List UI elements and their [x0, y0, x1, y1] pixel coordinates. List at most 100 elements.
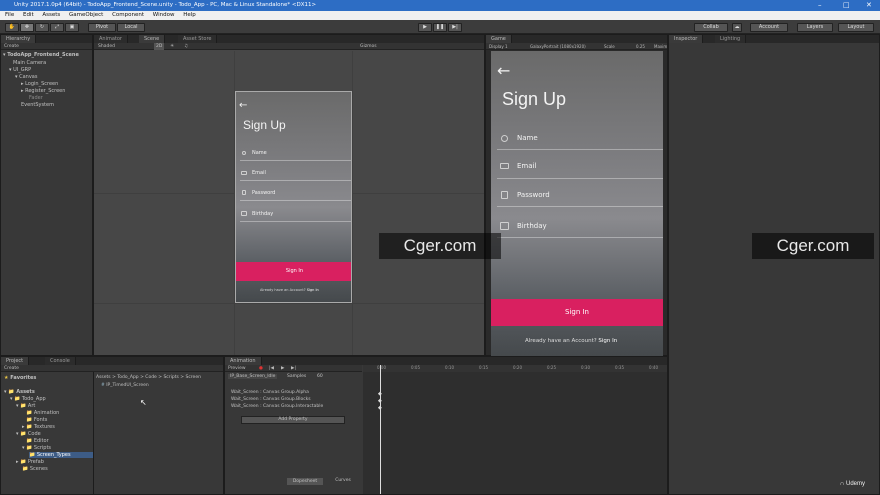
sign-in-button[interactable]: Sign In — [491, 299, 663, 326]
layers-button[interactable]: Layers — [797, 23, 833, 32]
menu-component[interactable]: Component — [112, 12, 144, 18]
tab-project[interactable]: Project — [1, 357, 30, 365]
playhead[interactable] — [380, 365, 381, 494]
tab-asset-store[interactable]: Asset Store — [178, 35, 218, 43]
hierarchy-item-register-screen[interactable]: ▸ Register_Screen — [21, 88, 65, 94]
field-name[interactable]: Name — [517, 134, 538, 142]
tab-console[interactable]: Console — [45, 357, 76, 365]
screen-title: Sign Up — [502, 89, 567, 109]
folder-animation[interactable]: 📁 Animation — [26, 410, 59, 416]
mode-2d-toggle[interactable]: 2D — [154, 43, 165, 50]
step-icon[interactable]: ▶| — [448, 23, 462, 32]
folder-fonts[interactable]: 📁 Fonts — [26, 417, 47, 423]
tab-hierarchy[interactable]: Hierarchy — [1, 35, 37, 43]
menu-help[interactable]: Help — [183, 12, 196, 18]
tab-lighting[interactable]: Lighting — [715, 35, 747, 43]
play-icon[interactable]: ▶ — [418, 23, 432, 32]
folder-art[interactable]: ▾ 📁 Art — [16, 403, 35, 409]
rotate-tool-icon[interactable]: ↻ — [35, 23, 49, 32]
move-tool-icon[interactable]: ✥ — [20, 23, 34, 32]
folder-code[interactable]: ▾ 📁 Code — [16, 431, 41, 437]
menu-assets[interactable]: Assets — [42, 12, 60, 18]
pivot-button[interactable]: Pivot — [88, 23, 116, 32]
favorites-item[interactable]: ★ Favorites — [4, 375, 36, 381]
footer-sign-in-link[interactable]: Sign In — [598, 338, 617, 344]
local-button[interactable]: Local — [117, 23, 145, 32]
gizmos-dropdown[interactable]: Gizmos — [360, 43, 377, 50]
dopesheet-timeline[interactable]: 0:00 0:05 0:10 0:15 0:20 0:25 0:30 0:35 … — [363, 365, 667, 494]
anim-property-interactable[interactable]: Wait_Screen : Canvas Group.Interactable — [231, 404, 323, 409]
tab-animation[interactable]: Animation — [225, 357, 262, 365]
add-property-button[interactable]: Add Property — [241, 416, 345, 424]
hierarchy-item-eventsystem[interactable]: EventSystem — [21, 102, 54, 108]
folder-assets[interactable]: ▾ 📁 Assets — [4, 389, 35, 395]
scale-value[interactable]: 0.25 — [636, 43, 645, 50]
folder-textures[interactable]: ▸ 📁 Textures — [22, 424, 55, 430]
play-anim-icon[interactable]: ▶ — [281, 365, 284, 372]
hierarchy-item-canvas[interactable]: ▾ Canvas — [15, 74, 37, 80]
tab-animator[interactable]: Animator — [94, 35, 128, 43]
hierarchy-item-ui-grp[interactable]: ▾ UI_GRP — [9, 67, 31, 73]
account-button[interactable]: Account — [750, 23, 788, 32]
folder-todo-app[interactable]: ▾ 📁 Todo_App — [10, 396, 46, 402]
samples-value[interactable]: 60 — [317, 374, 323, 379]
tab-scene[interactable]: Scene — [139, 35, 166, 43]
samples-label: Samples — [287, 374, 307, 379]
folder-editor[interactable]: 📁 Editor — [26, 438, 49, 444]
close-icon[interactable]: ✕ — [866, 0, 872, 11]
anim-property-blocks[interactable]: Wait_Screen : Canvas Group.Blocks — [231, 397, 311, 402]
layout-button[interactable]: Layout — [838, 23, 874, 32]
record-icon[interactable]: ● — [259, 365, 263, 372]
script-file-item[interactable]: # IP_TimedUI_Screen — [101, 383, 149, 388]
hierarchy-item-main-camera[interactable]: Main Camera — [13, 60, 46, 66]
minimize-icon[interactable]: – — [818, 0, 822, 11]
audio-icon[interactable]: ♫ — [184, 43, 188, 50]
light-icon[interactable]: ☀ — [170, 43, 174, 50]
hand-tool-icon[interactable]: ✋ — [5, 23, 19, 32]
dopesheet-tab[interactable]: Dopesheet — [287, 478, 323, 485]
back-icon[interactable]: ← — [497, 61, 510, 80]
anim-property-alpha[interactable]: Wait_Screen : Canvas Group.Alpha — [231, 390, 309, 395]
inspector-panel: Inspector Lighting — [668, 34, 880, 495]
maximize-icon[interactable]: □ — [843, 0, 850, 11]
tab-game[interactable]: Game — [486, 35, 512, 43]
folder-scripts[interactable]: ▾ 📁 Scripts — [22, 445, 51, 451]
folder-scenes[interactable]: 📁 Scenes — [22, 466, 48, 472]
scene-field-name: Name — [252, 150, 267, 156]
menu-file[interactable]: File — [5, 12, 14, 18]
scale-tool-icon[interactable]: ⤢ — [50, 23, 64, 32]
field-email[interactable]: Email — [517, 162, 536, 170]
shading-dropdown[interactable]: Shaded — [98, 44, 115, 49]
keyframe-alpha[interactable]: ◆ — [378, 391, 382, 397]
field-birthday[interactable]: Birthday — [517, 222, 547, 230]
menu-window[interactable]: Window — [153, 12, 175, 18]
scene-canvas-preview[interactable]: ← Sign Up Name Email Password Birthday S… — [235, 91, 352, 303]
maximize-toggle[interactable]: Maxim — [654, 43, 667, 50]
hierarchy-item-login-screen[interactable]: ▸ Login_Screen — [21, 81, 58, 87]
keyframe-interactable[interactable]: ◆ — [378, 405, 382, 411]
curves-tab[interactable]: Curves — [329, 478, 357, 483]
rect-tool-icon[interactable]: ▣ — [65, 23, 79, 32]
pause-icon[interactable]: ❚❚ — [433, 23, 447, 32]
scene-root-item[interactable]: ▾ TodoApp_Frontend_Scene — [3, 52, 79, 58]
menu-edit[interactable]: Edit — [23, 12, 34, 18]
keyframe-blocks[interactable]: ◆ — [378, 398, 382, 404]
prev-key-icon[interactable]: |◀ — [269, 365, 274, 372]
display-dropdown[interactable]: Display 1 — [489, 44, 508, 49]
resolution-dropdown[interactable]: GalaxyPortrait (1080x1920) — [530, 43, 586, 50]
clip-dropdown[interactable]: IP_Base_Screen_Idle — [228, 374, 278, 379]
next-key-icon[interactable]: ▶| — [291, 365, 296, 372]
collab-button[interactable]: Collab — [694, 23, 728, 32]
field-password[interactable]: Password — [517, 191, 550, 199]
preview-toggle[interactable]: Preview — [228, 366, 246, 371]
game-screen[interactable]: ← Sign Up Name Email Password Birthday S… — [491, 51, 663, 356]
hierarchy-item-fader[interactable]: Fader — [29, 95, 43, 101]
folder-screen-types[interactable]: 📁 Screen_Types — [29, 452, 93, 458]
folder-prefab[interactable]: ▸ 📁 Prefab — [16, 459, 44, 465]
cloud-icon[interactable]: ☁ — [732, 23, 742, 32]
tab-inspector[interactable]: Inspector — [669, 35, 704, 43]
hierarchy-create-button[interactable]: Create — [4, 44, 19, 49]
menu-gameobject[interactable]: GameObject — [69, 12, 103, 18]
project-breadcrumb[interactable]: Assets > Todo_App > Code > Scripts > Scr… — [96, 375, 201, 380]
project-create-button[interactable]: Create — [4, 366, 19, 371]
